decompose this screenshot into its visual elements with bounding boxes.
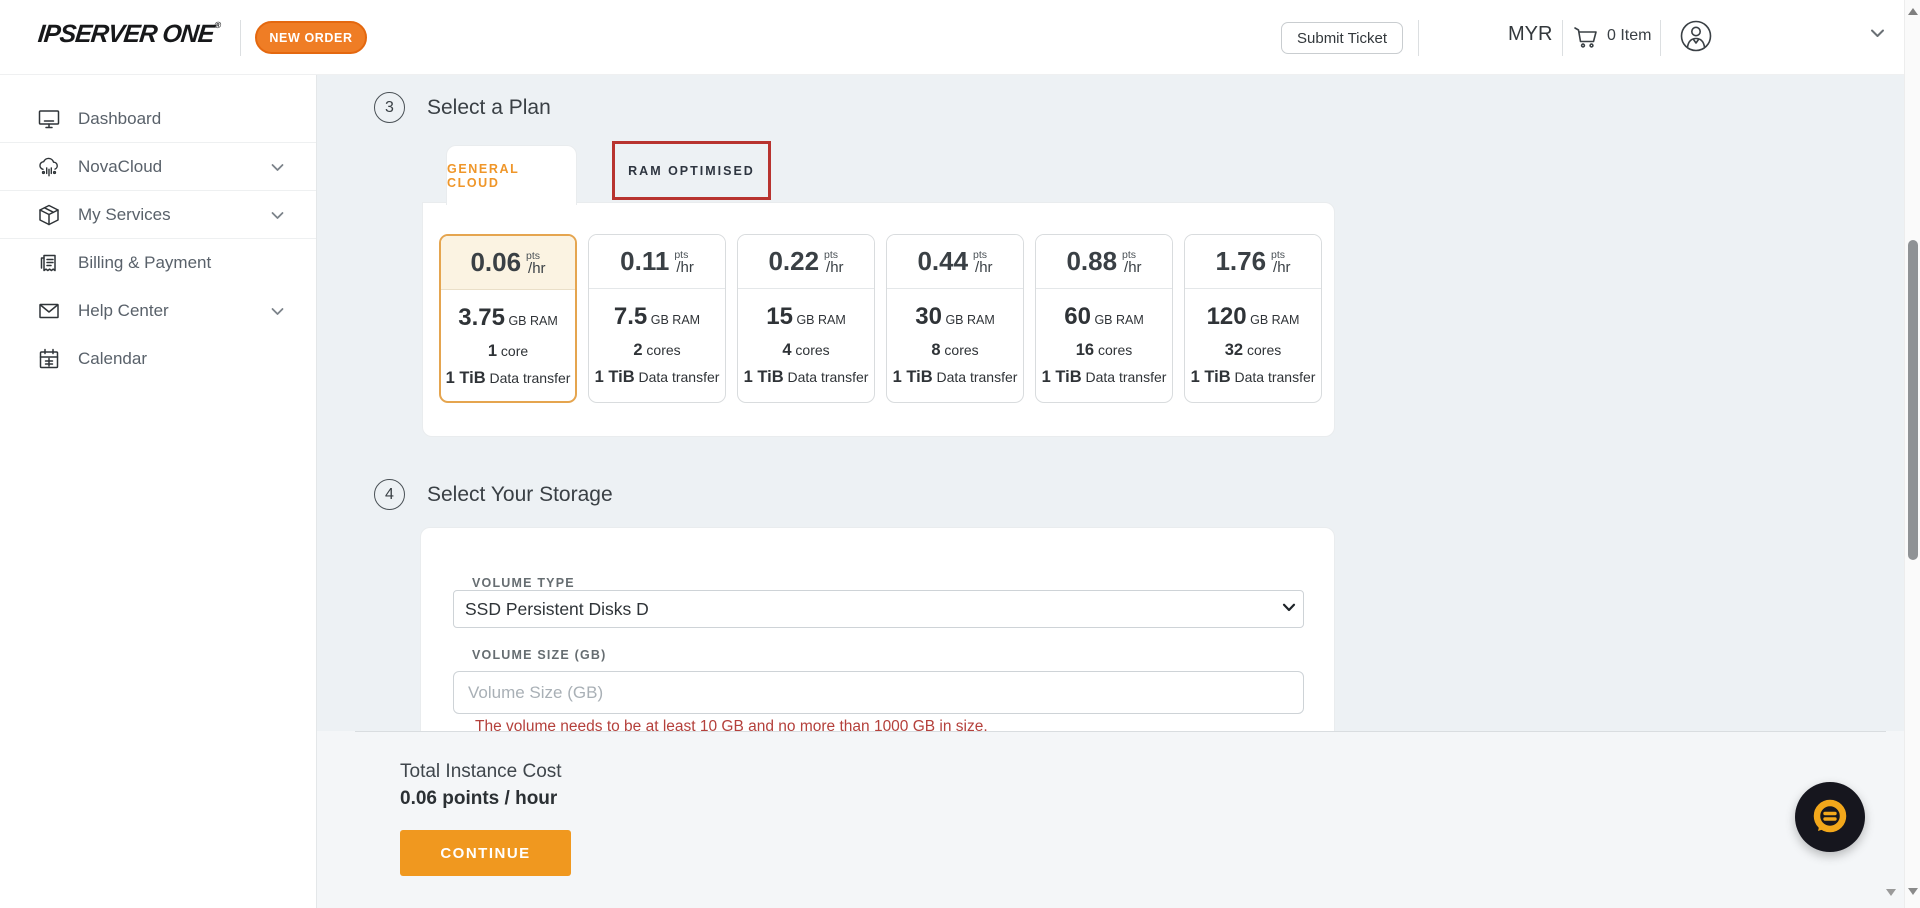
divider [1660,20,1661,56]
price-value: 0.11 [620,246,669,277]
price-unit: pts/hr [973,250,993,276]
sidebar-nav: Dashboard NovaCloud My Services Bi [0,75,317,908]
vertical-scrollbar[interactable] [1904,0,1920,908]
volume-size-label: VOLUME SIZE (GB) [472,648,606,662]
scroll-up-arrow-icon[interactable] [1908,8,1918,15]
plan-price: 1.76 pts/hr [1185,235,1321,289]
price-unit: pts/hr [1271,250,1291,276]
total-cost-value: 0.06 points / hour [400,788,557,810]
main-content: 3 Select a Plan GENERAL CLOUD RAM OPTIMI… [317,75,1904,731]
invoice-icon [37,251,61,275]
calendar-icon [37,347,61,371]
volume-type-select[interactable]: SSD Persistent Disks D [453,590,1304,628]
sidebar-item-label: Calendar [78,349,147,369]
cart-count: 0 Item [1607,27,1651,45]
new-order-button[interactable]: NEW ORDER [255,21,367,54]
price-value: 0.88 [1066,246,1117,277]
sidebar-item-help-center[interactable]: Help Center [0,287,316,335]
account-menu-button[interactable] [1678,18,1714,54]
price-unit: pts/hr [1122,250,1142,276]
plan-price: 0.06 pts/hr [441,236,575,290]
price-value: 0.06 [470,247,521,278]
divider [1562,20,1563,56]
plan-price: 0.11 pts/hr [589,235,725,289]
plan-specs: 3.75 GB RAM 1 core 1 TiB Data transfer [441,290,575,392]
monitor-icon [37,107,61,131]
plan-card-0.88[interactable]: 0.88 pts/hr 60 GB RAM 16 cores 1 TiB Dat… [1035,234,1173,403]
plan-specs: 30 GB RAM 8 cores 1 TiB Data transfer [887,289,1023,391]
plan-price: 0.22 pts/hr [738,235,874,289]
sidebar-item-label: Dashboard [78,109,161,129]
plan-card-0.22[interactable]: 0.22 pts/hr 15 GB RAM 4 cores 1 TiB Data… [737,234,875,403]
sidebar-item-label: NovaCloud [78,157,162,177]
plan-price: 0.44 pts/hr [887,235,1023,289]
plans-panel: 0.06 pts/hr 3.75 GB RAM 1 core 1 TiB Dat… [422,202,1335,437]
chat-bubble-icon [1808,795,1852,839]
price-unit: pts/hr [526,251,546,277]
sidebar-item-label: My Services [78,205,171,225]
volume-type-label: VOLUME TYPE [472,576,575,590]
cloud-icon [37,155,61,179]
divider [1418,20,1419,56]
sidebar-item-my-services[interactable]: My Services [0,191,316,239]
chevron-down-icon[interactable] [1870,28,1885,38]
plan-card-0.06[interactable]: 0.06 pts/hr 3.75 GB RAM 1 core 1 TiB Dat… [439,234,577,403]
divider [355,731,1886,732]
chevron-down-icon [271,163,284,172]
live-chat-button[interactable] [1795,782,1865,852]
price-value: 1.76 [1215,246,1266,277]
plan-card-1.76[interactable]: 1.76 pts/hr 120 GB RAM 32 cores 1 TiB Da… [1184,234,1322,403]
page: IPSERVER ONE® NEW ORDER Submit Ticket MY… [0,0,1920,908]
sidebar-item-calendar[interactable]: Calendar [0,335,316,383]
volume-size-input[interactable] [453,671,1304,714]
sidebar-item-label: Billing & Payment [78,253,211,273]
divider [240,20,241,56]
sidebar-item-novacloud[interactable]: NovaCloud [0,143,316,191]
sidebar-item-billing-payment[interactable]: Billing & Payment [0,239,316,287]
scrollbar-thumb[interactable] [1908,240,1918,560]
cost-footer: Total Instance Cost 0.06 points / hour C… [317,731,1920,908]
total-cost-label: Total Instance Cost [400,761,562,783]
currency-selector[interactable]: MYR [1508,23,1552,46]
page-title: Select a Plan [427,96,551,120]
price-unit: pts/hr [824,250,844,276]
price-value: 0.44 [917,246,968,277]
ipserverone-logo[interactable]: IPSERVER ONE® [36,20,220,49]
tab-ram-optimised[interactable]: RAM OPTIMISED [612,141,771,200]
step-4-heading: 4 Select Your Storage [374,479,613,510]
cart-button[interactable]: 0 Item [1572,22,1651,50]
chevron-down-icon [271,211,284,220]
plan-price: 0.88 pts/hr [1036,235,1172,289]
plan-specs: 60 GB RAM 16 cores 1 TiB Data transfer [1036,289,1172,391]
storage-card: VOLUME TYPE SSD Persistent Disks D VOLUM… [420,527,1335,731]
logo-text: IPSERVER ONE [37,20,216,48]
sidebar-item-label: Help Center [78,301,169,321]
plan-card-0.44[interactable]: 0.44 pts/hr 30 GB RAM 8 cores 1 TiB Data… [886,234,1024,403]
plan-specs: 120 GB RAM 32 cores 1 TiB Data transfer [1185,289,1321,391]
sidebar-item-dashboard[interactable]: Dashboard [0,95,316,143]
price-unit: pts/hr [674,250,694,276]
scroll-down-arrow-icon[interactable] [1886,889,1896,896]
continue-button[interactable]: CONTINUE [400,830,571,876]
plan-specs: 15 GB RAM 4 cores 1 TiB Data transfer [738,289,874,391]
mail-icon [37,299,61,323]
submit-ticket-button[interactable]: Submit Ticket [1281,22,1403,54]
registered-mark: ® [214,20,221,30]
avatar-icon [1678,18,1714,54]
volume-size-error: The volume needs to be at least 10 GB an… [475,718,988,731]
plan-specs: 7.5 GB RAM 2 cores 1 TiB Data transfer [589,289,725,391]
tab-general-cloud[interactable]: GENERAL CLOUD [446,145,577,205]
chevron-down-icon [271,307,284,316]
section-title: Select Your Storage [427,483,613,507]
plan-card-0.11[interactable]: 0.11 pts/hr 7.5 GB RAM 2 cores 1 TiB Dat… [588,234,726,403]
package-icon [37,203,61,227]
step-number-badge: 3 [374,92,405,123]
cart-icon [1572,22,1600,50]
scroll-down-arrow-icon[interactable] [1908,888,1918,895]
price-value: 0.22 [768,246,819,277]
step-number-badge: 4 [374,479,405,510]
step-3-heading: 3 Select a Plan [374,92,551,123]
top-navbar: IPSERVER ONE® NEW ORDER Submit Ticket MY… [0,0,1920,75]
